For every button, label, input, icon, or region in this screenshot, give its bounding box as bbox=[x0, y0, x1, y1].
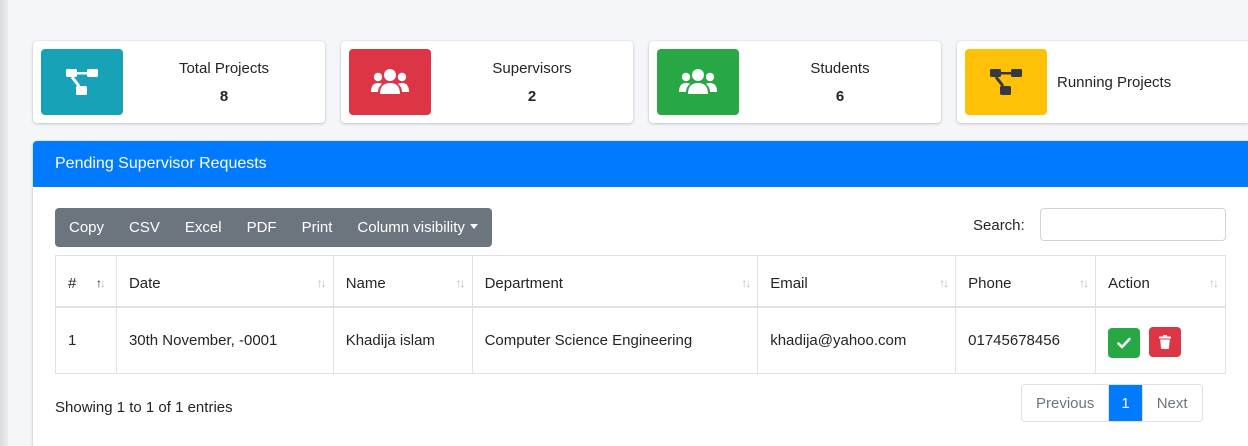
approve-button[interactable] bbox=[1108, 327, 1141, 358]
card-header: Pending Supervisor Requests bbox=[33, 141, 1248, 187]
trash-icon bbox=[1159, 334, 1172, 349]
info-box-value: 8 bbox=[219, 87, 229, 105]
card-title: Pending Supervisor Requests bbox=[55, 155, 267, 172]
column-header-phone[interactable]: Phone ↑↓ bbox=[955, 255, 1097, 308]
header-label: Action bbox=[1108, 275, 1150, 293]
column-header-action[interactable]: Action ↑↓ bbox=[1095, 255, 1226, 308]
sort-icon: ↑↓ bbox=[316, 276, 327, 290]
column-visibility-label: Column visibility bbox=[357, 219, 465, 236]
delete-button[interactable] bbox=[1149, 326, 1182, 357]
cell-number: 1 bbox=[55, 306, 117, 374]
column-header-date[interactable]: Date ↑↓ bbox=[115, 255, 334, 308]
sidebar-edge bbox=[0, 0, 8, 446]
previous-page-button[interactable]: Previous bbox=[1022, 385, 1110, 421]
pending-requests-card: Pending Supervisor Requests Copy CSV Exc… bbox=[33, 141, 1248, 446]
caret-down-icon bbox=[469, 224, 478, 229]
cell-department: Computer Science Engineering bbox=[471, 306, 759, 374]
cell-phone: 01745678456 bbox=[955, 306, 1097, 374]
info-box-value: 6 bbox=[835, 87, 845, 105]
info-box-label: Running Projects bbox=[1057, 73, 1172, 91]
check-icon bbox=[1117, 337, 1131, 349]
header-label: # bbox=[68, 275, 77, 293]
project-diagram-icon bbox=[965, 49, 1047, 115]
pdf-button[interactable]: PDF bbox=[247, 219, 277, 236]
info-box-label: Total Projects bbox=[178, 59, 270, 77]
column-header-number[interactable]: # ↑↓ bbox=[55, 255, 117, 308]
header-label: Date bbox=[128, 275, 161, 293]
next-page-button[interactable]: Next bbox=[1141, 385, 1202, 421]
cell-name: Khadija islam bbox=[332, 306, 473, 374]
print-button[interactable]: Print bbox=[302, 219, 333, 236]
sort-icon: ↑↓ bbox=[939, 276, 949, 290]
info-box-students[interactable]: Students 6 bbox=[649, 41, 941, 123]
cell-date: 30th November, -0001 bbox=[115, 306, 334, 374]
table-row: 1 30th November, -0001 Khadija islam Com… bbox=[55, 306, 1226, 374]
sort-icon: ↑↓ bbox=[455, 276, 466, 290]
column-header-name[interactable]: Name ↑↓ bbox=[332, 255, 473, 308]
cell-email: khadija@yahoo.com bbox=[757, 306, 957, 374]
cell-action bbox=[1095, 306, 1226, 374]
column-header-department[interactable]: Department ↑↓ bbox=[471, 255, 759, 308]
sort-icon: ↑↓ bbox=[1209, 276, 1219, 290]
csv-button[interactable]: CSV bbox=[129, 219, 160, 236]
info-box-total-projects[interactable]: Total Projects 8 bbox=[33, 41, 325, 123]
users-icon bbox=[349, 49, 431, 115]
column-visibility-button[interactable]: Column visibility bbox=[357, 219, 478, 236]
pagination: Previous 1 Next bbox=[1021, 384, 1203, 422]
project-diagram-icon bbox=[41, 49, 123, 115]
sort-icon: ↑↓ bbox=[741, 276, 751, 290]
export-button-group: Copy CSV Excel PDF Print Column visibili… bbox=[55, 208, 492, 247]
column-header-email[interactable]: Email ↑↓ bbox=[757, 255, 957, 308]
header-label: Name bbox=[345, 275, 386, 293]
page-1-button[interactable]: 1 bbox=[1109, 385, 1142, 421]
header-label: Email bbox=[770, 275, 808, 293]
info-box-row: Total Projects 8 Supervisors 2 Students … bbox=[33, 41, 1248, 123]
copy-button[interactable]: Copy bbox=[69, 219, 104, 236]
info-box-value: 2 bbox=[527, 87, 537, 105]
info-box-running-projects[interactable]: Running Projects bbox=[957, 41, 1248, 123]
info-box-label: Supervisors bbox=[492, 59, 572, 77]
table-info-text: Showing 1 to 1 of 1 entries bbox=[55, 399, 233, 416]
users-icon bbox=[657, 49, 739, 115]
requests-table: # ↑↓ Date ↑↓ Name ↑↓ Department ↑↓ Email ↑↓ P… bbox=[55, 255, 1226, 374]
sort-icon: ↑↓ bbox=[1079, 276, 1089, 290]
info-box-supervisors[interactable]: Supervisors 2 bbox=[341, 41, 633, 123]
header-label: Phone bbox=[968, 275, 1012, 293]
search-label: Search: bbox=[973, 217, 1025, 234]
excel-button[interactable]: Excel bbox=[185, 219, 222, 236]
table-header-row: # ↑↓ Date ↑↓ Name ↑↓ Department ↑↓ Email ↑↓ P… bbox=[55, 255, 1226, 308]
search-input[interactable] bbox=[1040, 208, 1226, 241]
header-label: Department bbox=[484, 275, 563, 293]
sort-asc-icon: ↑↓ bbox=[95, 276, 106, 290]
info-box-label: Students bbox=[810, 59, 870, 77]
